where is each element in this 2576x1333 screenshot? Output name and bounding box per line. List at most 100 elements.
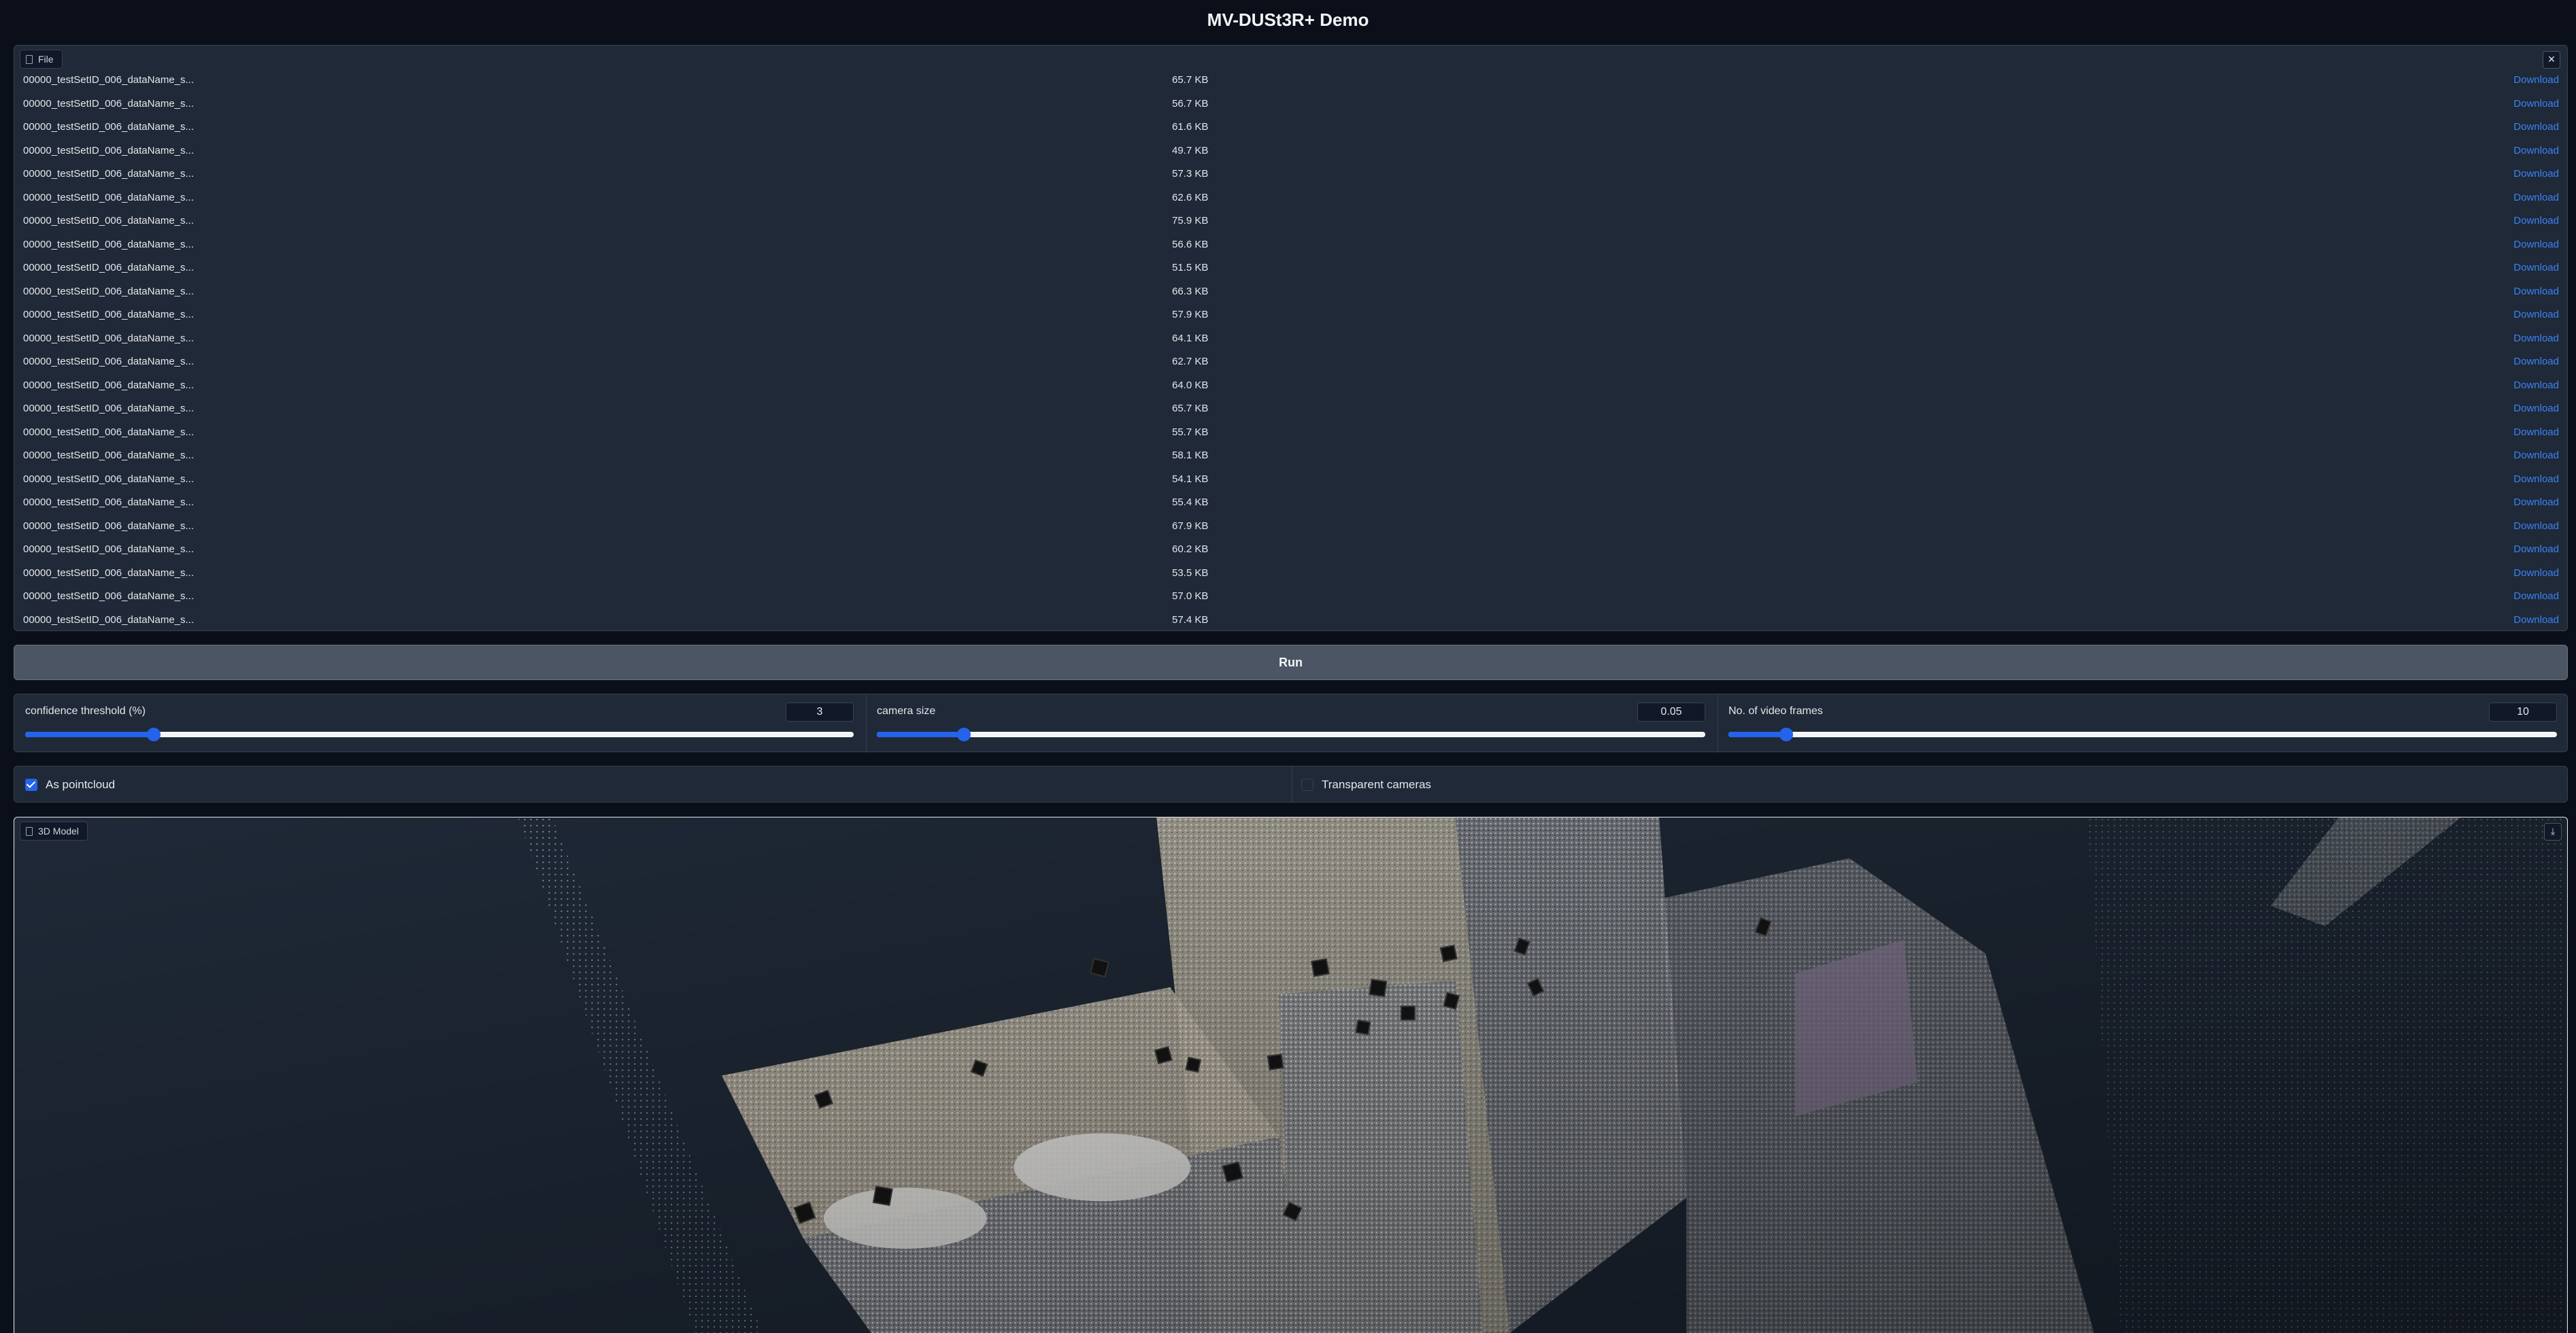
file-name: 00000_testSetID_006_dataName_s...: [23, 97, 195, 109]
camera-size-input[interactable]: 0.05: [1637, 703, 1705, 722]
download-link[interactable]: Download: [2513, 590, 2559, 602]
video-frames-slider-block: No. of video frames 10: [1718, 694, 2568, 753]
file-row: 00000_testSetID_006_dataName_s... 60.2 KB…: [14, 538, 2567, 562]
download-link[interactable]: Download: [2513, 496, 2559, 508]
page-title: MV-DUSt3R+ Demo: [1207, 10, 1369, 30]
file-size: 60.2 KB: [1172, 543, 1209, 555]
file-size: 57.9 KB: [1172, 309, 1209, 320]
download-link[interactable]: Download: [2513, 168, 2559, 180]
file-output-block: File × 00000_testSetID_006_dataName_s...…: [14, 45, 2568, 631]
checkbox-unchecked-icon[interactable]: [1301, 779, 1314, 791]
download-link[interactable]: Download: [2513, 614, 2559, 626]
file-name: 00000_testSetID_006_dataName_s...: [23, 496, 195, 508]
download-link[interactable]: Download: [2513, 145, 2559, 156]
checkbox-checked-icon[interactable]: [25, 779, 37, 791]
transparent-cameras-checkbox[interactable]: Transparent cameras: [1301, 766, 1431, 803]
download-link[interactable]: Download: [2513, 426, 2559, 438]
file-size: 57.3 KB: [1172, 168, 1209, 180]
download-link[interactable]: Download: [2513, 333, 2559, 344]
file-name: 00000_testSetID_006_dataName_s...: [23, 238, 195, 250]
file-name: 00000_testSetID_006_dataName_s...: [23, 356, 195, 367]
options-panel: As pointcloud Transparent cameras: [14, 766, 2568, 803]
point-cloud-scene: [15, 817, 2566, 1333]
model-3d-block: 3D Model ⤓: [14, 817, 2568, 1333]
file-size: 58.1 KB: [1172, 450, 1209, 461]
slider-handle[interactable]: [146, 728, 161, 741]
download-link[interactable]: Download: [2513, 98, 2559, 109]
slider-handle[interactable]: [956, 728, 971, 741]
video-frames-input[interactable]: 10: [2489, 703, 2557, 722]
transparent-cameras-label: Transparent cameras: [1322, 778, 1431, 791]
download-link[interactable]: Download: [2513, 403, 2559, 414]
video-frames-slider[interactable]: [1728, 728, 2557, 741]
file-size: 64.1 KB: [1172, 332, 1209, 344]
file-name: 00000_testSetID_006_dataName_s...: [23, 332, 195, 344]
camera-size-slider-block: camera size 0.05: [866, 694, 1716, 753]
download-link[interactable]: Download: [2513, 74, 2559, 86]
file-name: 00000_testSetID_006_dataName_s...: [23, 450, 195, 461]
clear-files-button[interactable]: ×: [2543, 51, 2560, 69]
confidence-threshold-label: confidence threshold (%): [25, 705, 146, 717]
file-name: 00000_testSetID_006_dataName_s...: [23, 191, 195, 203]
download-icon[interactable]: ⤓: [2544, 823, 2562, 841]
download-link[interactable]: Download: [2513, 450, 2559, 461]
file-icon: [26, 54, 33, 64]
file-name: 00000_testSetID_006_dataName_s...: [23, 613, 195, 626]
download-link[interactable]: Download: [2513, 309, 2559, 320]
file-row: 00000_testSetID_006_dataName_s... 58.1 KB…: [14, 444, 2567, 468]
slider-handle[interactable]: [1779, 728, 1794, 741]
file-name: 00000_testSetID_006_dataName_s...: [23, 567, 195, 579]
download-link[interactable]: Download: [2513, 543, 2559, 555]
sliders-panel: confidence threshold (%) 3 camera size 0…: [14, 694, 2568, 753]
download-link[interactable]: Download: [2513, 121, 2559, 133]
file-block-label: File: [20, 50, 63, 69]
confidence-threshold-slider[interactable]: [25, 728, 854, 741]
file-size: 67.9 KB: [1172, 520, 1209, 532]
file-row: 00000_testSetID_006_dataName_s... 55.4 KB…: [14, 491, 2567, 515]
file-name: 00000_testSetID_006_dataName_s...: [23, 285, 195, 297]
as-pointcloud-checkbox[interactable]: As pointcloud: [25, 766, 115, 803]
file-size: 61.6 KB: [1172, 121, 1209, 133]
file-name: 00000_testSetID_006_dataName_s...: [23, 520, 195, 532]
file-size: 62.7 KB: [1172, 356, 1209, 367]
slider-fill: [25, 732, 154, 737]
download-link[interactable]: Download: [2513, 520, 2559, 532]
file-row: 00000_testSetID_006_dataName_s... 55.7 KB…: [14, 421, 2567, 445]
file-size: 57.0 KB: [1172, 590, 1209, 602]
file-row: 00000_testSetID_006_dataName_s... 64.0 KB…: [14, 374, 2567, 398]
model-3d-block-label: 3D Model: [20, 822, 88, 841]
confidence-threshold-input[interactable]: 3: [786, 703, 854, 722]
file-size: 66.3 KB: [1172, 285, 1209, 297]
download-link[interactable]: Download: [2513, 215, 2559, 226]
download-link[interactable]: Download: [2513, 239, 2559, 250]
camera-size-slider[interactable]: [877, 728, 1705, 741]
confidence-threshold-slider-block: confidence threshold (%) 3: [14, 694, 865, 753]
run-button[interactable]: Run: [14, 645, 2568, 680]
file-name: 00000_testSetID_006_dataName_s...: [23, 74, 195, 86]
file-name: 00000_testSetID_006_dataName_s...: [23, 262, 195, 273]
download-link[interactable]: Download: [2513, 262, 2559, 273]
file-row: 00000_testSetID_006_dataName_s... 67.9 KB…: [14, 515, 2567, 539]
download-link[interactable]: Download: [2513, 192, 2559, 203]
download-link[interactable]: Download: [2513, 473, 2559, 485]
file-name: 00000_testSetID_006_dataName_s...: [23, 426, 195, 438]
model-3d-viewer[interactable]: [14, 817, 2567, 1333]
file-size: 55.4 KB: [1172, 496, 1209, 508]
file-size: 65.7 KB: [1172, 74, 1209, 86]
file-row: 00000_testSetID_006_dataName_s... 61.6 KB…: [14, 116, 2567, 139]
file-size: 53.5 KB: [1172, 567, 1209, 579]
file-row: 00000_testSetID_006_dataName_s... 56.7 KB…: [14, 92, 2567, 116]
file-name: 00000_testSetID_006_dataName_s...: [23, 144, 195, 156]
file-size: 55.7 KB: [1172, 426, 1209, 438]
download-link[interactable]: Download: [2513, 356, 2559, 367]
slider-fill: [877, 732, 964, 737]
file-name: 00000_testSetID_006_dataName_s...: [23, 543, 195, 555]
download-link[interactable]: Download: [2513, 286, 2559, 297]
file-name: 00000_testSetID_006_dataName_s...: [23, 379, 195, 391]
download-link[interactable]: Download: [2513, 567, 2559, 579]
download-link[interactable]: Download: [2513, 379, 2559, 391]
file-size: 54.1 KB: [1172, 473, 1209, 485]
file-row: 00000_testSetID_006_dataName_s... 57.3 KB…: [14, 163, 2567, 186]
file-size: 51.5 KB: [1172, 262, 1209, 273]
file-size: 56.7 KB: [1172, 97, 1209, 109]
